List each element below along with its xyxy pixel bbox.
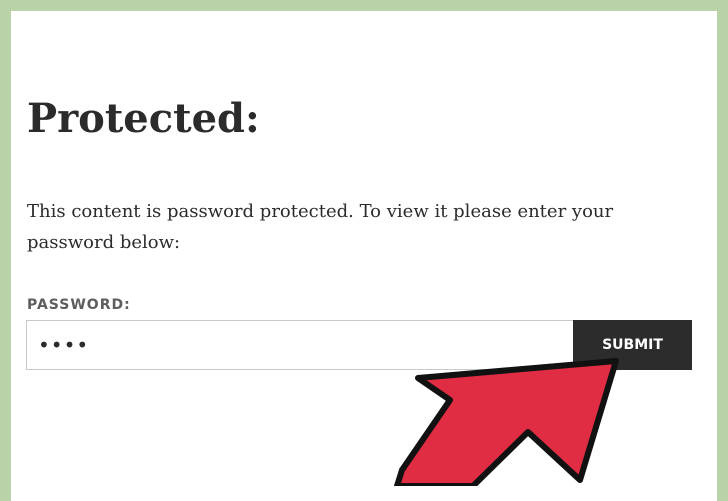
submit-button[interactable]: SUBMIT — [573, 320, 692, 370]
password-label: PASSWORD: — [27, 297, 131, 313]
protection-notice: This content is password protected. To v… — [27, 201, 614, 253]
page-title: Protected: — [27, 95, 260, 142]
password-input[interactable]: •••• — [26, 320, 573, 370]
